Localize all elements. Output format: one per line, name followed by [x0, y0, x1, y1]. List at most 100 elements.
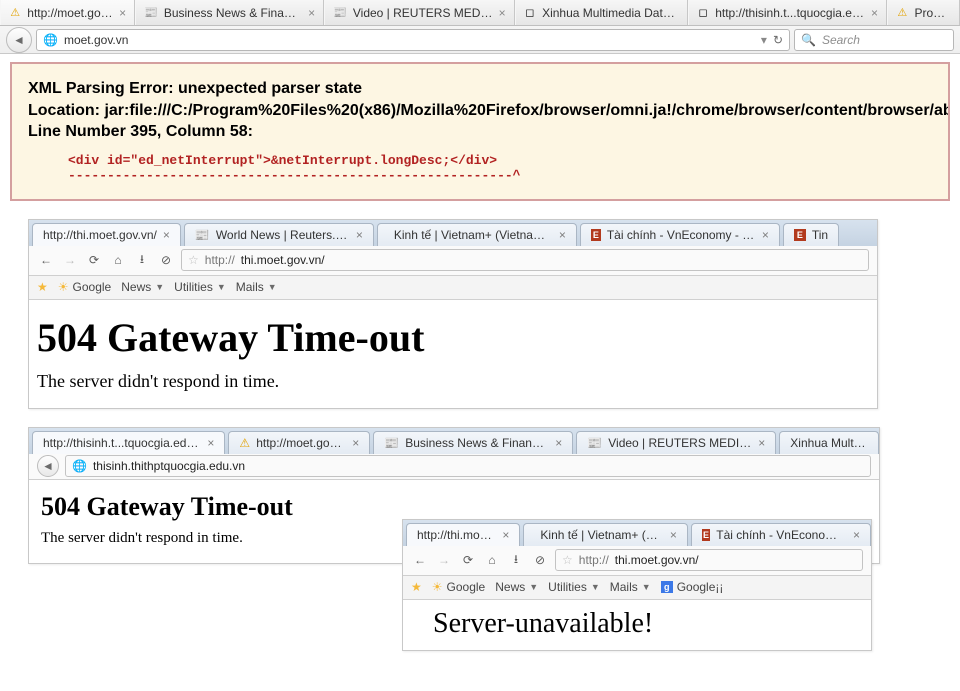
search-icon: 🔍	[801, 33, 816, 47]
star-icon[interactable]: ☆	[562, 553, 573, 567]
url-host: thi.moet.gov.vn/	[615, 553, 699, 567]
close-icon[interactable]: ×	[499, 7, 506, 19]
url-prefix: http://	[205, 253, 235, 267]
bookmark-item[interactable]: Utilities▼	[174, 280, 226, 294]
tabstrip: http://thi.moet.gov.vn/ × Kinh tế | Viet…	[403, 520, 871, 546]
url-bar[interactable]: 🌐 thisinh.thithptquocgia.edu.vn	[65, 455, 871, 477]
home-button[interactable]: ⌂	[109, 251, 127, 269]
tab[interactable]: Kinh tế | Vietnam+ (VietnamPlus) ×	[523, 523, 687, 546]
tab[interactable]: http://thisinh.t...tquocgia.edu.vn/ ×	[32, 431, 225, 454]
screenshot-cluster: http://thi.moet.gov.vn/ × 📰 World News |…	[0, 209, 960, 669]
tab[interactable]: 📰 World News | Reuters.com ×	[184, 223, 374, 246]
reload-button[interactable]: ⟳	[459, 551, 477, 569]
top-tabstrip: ⚠ http://moet.gov.vn/ × 📰 Business News …	[0, 0, 960, 26]
tab[interactable]: Kinh tế | Vietnam+ (VietnamPlus) ×	[377, 223, 577, 246]
navbar: ◄ 🌐 thisinh.thithptquocgia.edu.vn	[29, 454, 879, 480]
tab[interactable]: http://thi.moet.gov.vn/ ×	[406, 523, 520, 546]
bookmark-label: News	[495, 580, 525, 594]
download-button[interactable]: ⭳	[507, 551, 525, 569]
dropdown-icon[interactable]: ▾	[761, 33, 767, 47]
close-icon[interactable]: ×	[758, 436, 765, 450]
tab-title: Xinhua Multime	[790, 436, 868, 450]
download-button[interactable]: ⭳	[133, 251, 151, 269]
star-icon[interactable]: ★	[37, 280, 48, 294]
tab[interactable]: E Tài chính - VnEconomy - Nhịp s... ×	[580, 223, 780, 246]
tab-title: http://moet.gov.vn/	[256, 436, 346, 450]
back-button[interactable]: ←	[37, 251, 55, 269]
tab-title: Video | REUTERS MEDIA E...	[353, 6, 493, 20]
close-icon[interactable]: ×	[853, 528, 860, 542]
tab-title: http://thisinh.t...tquocgia.edu.vn/	[43, 436, 201, 450]
google-icon: ☀	[58, 280, 69, 294]
tab-title: World News | Reuters.com	[216, 228, 350, 242]
search-bar[interactable]: 🔍 Search	[794, 29, 954, 51]
tab[interactable]: 📰 Video | REUTERS MEDIA E... ×	[576, 431, 776, 454]
google-icon: g	[661, 581, 673, 593]
tab-title: Tài chính - VnEconomy - Nhịp số...	[716, 528, 847, 542]
tab[interactable]: 📰 Video | REUTERS MEDIA E... ×	[324, 0, 514, 25]
close-icon[interactable]: ×	[871, 7, 878, 19]
tab-title: Tin	[812, 228, 828, 242]
bookmark-item[interactable]: ☀Google	[432, 580, 485, 594]
url-text: moet.gov.vn	[64, 33, 755, 47]
close-icon[interactable]: ×	[163, 228, 170, 242]
site-icon: 📰	[144, 6, 158, 20]
home-button[interactable]: ⌂	[483, 551, 501, 569]
bookmark-item[interactable]: Utilities▼	[548, 580, 600, 594]
close-icon[interactable]: ×	[352, 436, 359, 450]
url-bar[interactable]: ☆ http:// thi.moet.gov.vn/	[181, 249, 869, 271]
chevron-down-icon: ▼	[217, 282, 226, 292]
bookmark-item[interactable]: ☀Google	[58, 280, 111, 294]
bookmark-label: Utilities	[548, 580, 587, 594]
site-icon: 📰	[384, 436, 399, 450]
close-icon[interactable]: ×	[670, 528, 677, 542]
close-icon[interactable]: ×	[555, 436, 562, 450]
xml-error-line2: Location: jar:file:///C:/Program%20Files…	[28, 100, 932, 122]
tab[interactable]: ⚠ http://moet.gov.vn/ ×	[228, 431, 370, 454]
tab[interactable]: E Tài chính - VnEconomy - Nhịp số... ×	[691, 523, 871, 546]
back-button[interactable]: ◄	[37, 455, 59, 477]
stop-button[interactable]: ⊘	[531, 551, 549, 569]
tab[interactable]: ⚠ Problen	[887, 0, 960, 25]
tab[interactable]: ◻ Xinhua Multimedia Database	[515, 0, 688, 25]
stop-button[interactable]: ⊘	[157, 251, 175, 269]
tab[interactable]: 📰 Business News & Financial ... ×	[135, 0, 324, 25]
forward-button[interactable]: →	[61, 251, 79, 269]
star-icon[interactable]: ☆	[188, 253, 199, 267]
warning-icon: ⚠	[896, 6, 908, 20]
close-icon[interactable]: ×	[308, 7, 315, 19]
close-icon[interactable]: ×	[762, 228, 769, 242]
close-icon[interactable]: ×	[119, 7, 126, 19]
tab[interactable]: Xinhua Multime	[779, 431, 879, 454]
tab-title: Kinh tế | Vietnam+ (VietnamPlus)	[540, 528, 663, 542]
forward-button[interactable]: →	[435, 551, 453, 569]
bookmark-item[interactable]: News▼	[121, 280, 164, 294]
tab[interactable]: ⚠ http://moet.gov.vn/ ×	[0, 0, 135, 25]
bookmark-item[interactable]: Mails▼	[610, 580, 651, 594]
close-icon[interactable]: ×	[207, 436, 214, 450]
bookmark-item[interactable]: News ▼	[495, 580, 538, 594]
bookmark-item[interactable]: gGoogle¡¡	[661, 580, 724, 594]
url-bar[interactable]: ☆ http://thi.moet.gov.vn/	[555, 549, 863, 571]
url-bar[interactable]: 🌐 moet.gov.vn ▾ ↻	[36, 29, 790, 51]
back-button[interactable]: ←	[411, 551, 429, 569]
tab[interactable]: 📰 Business News & Financial ... ×	[373, 431, 573, 454]
bookmark-item[interactable]: Mails▼	[236, 280, 277, 294]
error-heading: Server-unavailable!	[433, 608, 871, 640]
close-icon[interactable]: ×	[356, 228, 363, 242]
bookmark-label: Google	[447, 580, 486, 594]
tab[interactable]: ◻ http://thisinh.t...tquocgia.edu.vn/ ×	[688, 0, 887, 25]
reload-button[interactable]: ⟳	[85, 251, 103, 269]
tab[interactable]: http://thi.moet.gov.vn/ ×	[32, 223, 181, 246]
tab-title: Problen	[914, 6, 951, 20]
tab[interactable]: E Tin	[783, 223, 839, 246]
site-icon: 📰	[587, 436, 602, 450]
star-icon[interactable]: ★	[411, 580, 422, 594]
back-button[interactable]: ◄	[6, 27, 32, 53]
reload-icon[interactable]: ↻	[773, 33, 783, 47]
url-host: thi.moet.gov.vn/	[241, 253, 325, 267]
close-icon[interactable]: ×	[502, 528, 509, 542]
tab-title: Tài chính - VnEconomy - Nhịp s...	[607, 228, 756, 242]
close-icon[interactable]: ×	[559, 228, 566, 242]
chevron-down-icon: ▼	[529, 582, 538, 592]
